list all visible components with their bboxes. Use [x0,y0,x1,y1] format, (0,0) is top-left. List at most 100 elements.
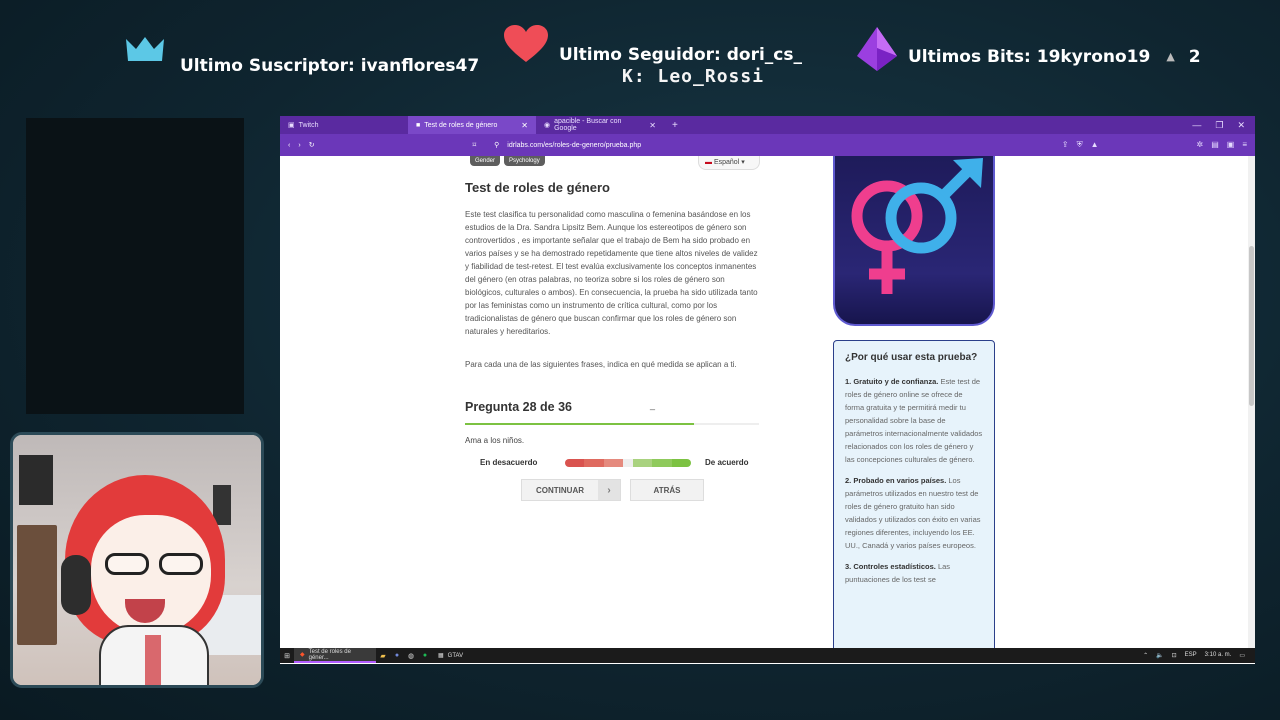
clock[interactable]: 3:10 a. m. [1205,652,1232,659]
extensions-icon[interactable]: ✲ [1197,140,1204,150]
info-item-heading: 3. Controles estadísticos. [845,562,936,571]
taskbar: ⊞ ◆ Test de roles de géner... ▰ ● ◍ ● ▦ … [280,648,1255,663]
system-tray: ⌃ 🔈 ⊡ ESP 3:10 a. m. ▭ [1143,652,1255,659]
rewards-icon[interactable]: ▲ [1091,140,1099,150]
discord-icon[interactable]: ● [390,648,404,663]
taskbar-gta-item[interactable]: ▦ GTAV [432,648,469,663]
follower-alert: Ultimo Seguidor: dori_cs_ [503,24,802,69]
maximize-icon[interactable]: ❐ [1215,120,1223,131]
info-item-heading: 2. Probado en varios países. [845,476,947,485]
spain-flag-icon: ▬ [705,159,712,166]
info-item: 3. Controles estadísticos. Las puntuacio… [845,560,983,586]
crown-icon [124,35,166,68]
close-window-icon[interactable]: ✕ [1237,120,1245,131]
subscriber-alert: Ultimo Suscriptor: ivanflores47 [124,26,479,76]
tab-label: Test de roles de género [424,121,498,129]
close-tab-icon[interactable]: ✕ [521,121,528,130]
vtuber-camera [10,432,264,688]
gender-symbols-icon [851,158,983,294]
spotify-icon[interactable]: ● [418,648,432,663]
info-item: 1. Gratuito y de confianza. Este test de… [845,375,983,466]
page-scrollbar[interactable] [1248,156,1255,648]
obs-icon[interactable]: ◍ [404,648,418,663]
reload-icon[interactable]: ↻ [309,141,315,149]
question-dash: _ [650,400,656,410]
gta-icon: ▦ [438,653,444,659]
tab-label: Twitch [298,121,319,129]
bits-text: Ultimos Bits: 19kyrono19 [908,46,1151,67]
tray-expand-icon[interactable]: ⌃ [1143,652,1148,659]
triangle-up-icon: ▲ [1166,50,1175,63]
back-button[interactable]: ATRÁS [630,479,704,501]
wallet-icon[interactable]: ▣ [1227,140,1235,150]
scale-right-label: De acuerdo [705,458,749,467]
bits-count: 2 [1188,46,1201,67]
scale-option-5[interactable] [632,459,653,467]
share-icon[interactable]: ⇪ [1062,140,1069,150]
tab-label: apacible - Buscar con Google [554,118,622,132]
scale-option-7[interactable] [671,459,691,467]
language-indicator[interactable]: ESP [1185,652,1197,659]
glasses-left [105,553,149,575]
scrollbar-thumb[interactable] [1249,246,1254,406]
agreement-scale [565,459,691,467]
windows-start-icon[interactable]: ⊞ [280,648,294,663]
file-explorer-icon[interactable]: ▰ [376,648,390,663]
menu-icon[interactable]: ≡ [1242,140,1247,150]
bits-gem-icon [856,26,898,77]
bits-alert: Ultimos Bits: 19kyrono19 ▲ 2 [856,26,1201,77]
notification-icon[interactable]: ▭ [1239,652,1245,659]
language-label: Español [713,159,740,166]
scale-option-3[interactable] [603,459,624,467]
question-text: Ama a los niños. [465,436,525,445]
dark-side-panel [26,118,244,414]
back-icon[interactable]: ‹ [288,142,290,149]
close-tab-icon[interactable]: ✕ [649,121,656,130]
network-icon[interactable]: ⊡ [1172,652,1177,659]
test-description: Este test clasifica tu personalidad como… [465,210,758,336]
language-select[interactable]: ▬ Español ▾ [698,156,760,170]
tab-bar: ▣ Twitch ■ Test de roles de género ✕ ◉ a… [280,116,1255,134]
taskbar-browser-item[interactable]: ◆ Test de roles de géner... [294,648,376,663]
info-item-body: Este test de roles de género online se o… [845,377,983,464]
why-use-panel: ¿Por qué usar esta prueba? 1. Gratuito y… [833,340,995,648]
scale-option-6[interactable] [652,459,672,467]
url-field[interactable]: idrlabs.com/es/roles-de-genero/prueba.ph… [507,142,641,149]
category-tags: Gender Psychology [470,156,545,166]
wall-poster-small [213,485,231,525]
scale-option-2[interactable] [584,459,604,467]
question-progress-fill [465,423,695,425]
volume-icon[interactable]: 🔈 [1156,652,1163,659]
brave-shield-icon[interactable]: ⛨ [1077,140,1083,150]
bookshelf [17,525,57,645]
continue-button[interactable]: CONTINUAR › [521,479,621,501]
back-label: ATRÁS [653,485,681,495]
info-item: 2. Probado en varios países. Los parámet… [845,474,983,552]
sidebar-icon[interactable]: ▤ [1211,140,1219,150]
tab-twitch[interactable]: ▣ Twitch [280,116,408,134]
scale-option-4[interactable] [623,459,633,467]
tab-google[interactable]: ◉ apacible - Buscar con Google ✕ [536,116,664,134]
minimize-icon[interactable]: — [1192,120,1201,131]
new-tab-button[interactable]: + [664,120,686,131]
site-info-icon[interactable]: ⚲ [494,141,499,149]
brave-icon: ◆ [300,652,305,658]
tab-gender-test[interactable]: ■ Test de roles de género ✕ [408,116,536,134]
info-item-heading: 1. Gratuito y de confianza. [845,377,939,386]
bookmark-icon[interactable]: ⌑ [473,141,477,149]
forward-icon[interactable]: › [298,142,300,149]
taskbar-item-label: Test de roles de géner... [308,648,351,661]
chevron-right-icon: › [598,480,620,500]
web-page: Gender Psychology ▬ Español ▾ Test de ro… [280,156,1248,648]
window-controls: — ❐ ✕ [1192,120,1255,131]
twitch-icon: ▣ [288,122,295,129]
tag-psychology[interactable]: Psychology [504,156,545,166]
mod-text: K: Leo_Rossi [622,66,765,87]
scale-left-label: En desacuerdo [480,458,538,467]
question-counter: Pregunta 28 de 36 [465,400,572,414]
taskbar-item-label: GTAV [447,652,464,659]
browser-toolbar-icons: ⇪ ⛨ ▲ ✲ ▤ ▣ ≡ [1062,140,1247,150]
scale-option-1[interactable] [565,459,585,467]
tag-gender[interactable]: Gender [470,156,501,166]
info-item-body: Los parámetros utilizados en nuestro tes… [845,476,981,550]
